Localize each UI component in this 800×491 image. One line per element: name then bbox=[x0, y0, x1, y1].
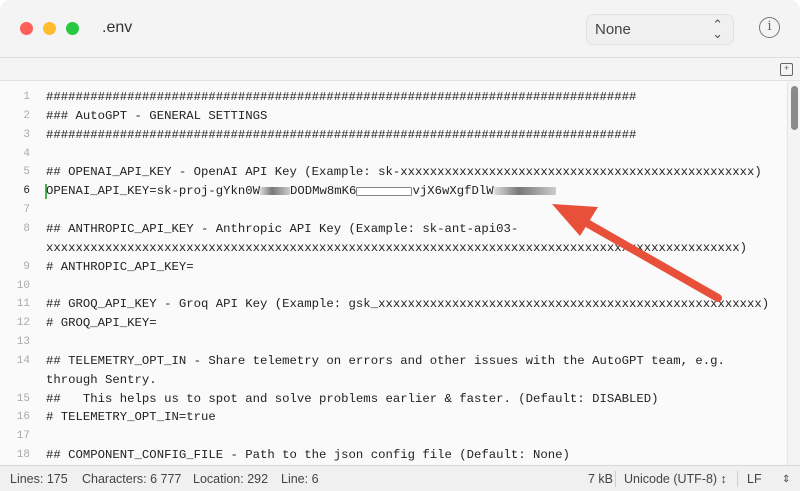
window-title: .env bbox=[102, 19, 133, 36]
api-key-segment: vjX6wXgfDlW bbox=[412, 184, 494, 199]
line-text: ########################################… bbox=[46, 127, 637, 142]
status-file-size: 7 kB bbox=[588, 472, 614, 486]
editor-line: through Sentry. bbox=[0, 371, 786, 390]
line-text: # TELEMETRY_OPT_IN=true bbox=[46, 410, 216, 425]
editor-line: 3 #######################################… bbox=[0, 126, 786, 145]
editor-line: 8 ## ANTHROPIC_API_KEY - Anthropic API Ke… bbox=[0, 220, 786, 239]
line-text: ## ANTHROPIC_API_KEY - Anthropic API Key… bbox=[46, 221, 519, 236]
editor-line: 4 bbox=[0, 145, 786, 164]
line-ending-select[interactable]: LF bbox=[747, 472, 762, 486]
scrollbar-thumb[interactable] bbox=[791, 86, 798, 130]
syntax-select[interactable]: None ⌃ ⌄ bbox=[586, 14, 734, 45]
info-icon[interactable]: i bbox=[759, 17, 780, 38]
line-number: 12 bbox=[16, 317, 30, 330]
editor-line: 2 ### AutoGPT - GENERAL SETTINGS bbox=[0, 107, 786, 126]
toolbar: .env None ⌃ ⌄ i bbox=[0, 0, 800, 58]
line-text: # ANTHROPIC_API_KEY= bbox=[46, 259, 194, 274]
line-number: 7 bbox=[23, 204, 30, 217]
line-text: # GROQ_API_KEY= bbox=[46, 316, 157, 331]
minimize-button[interactable] bbox=[43, 22, 56, 35]
line-text: ### AutoGPT - GENERAL SETTINGS bbox=[46, 108, 268, 123]
editor-line: 16 # TELEMETRY_OPT_IN=true bbox=[0, 408, 786, 427]
editor-window: .env None ⌃ ⌄ i + 1 ######################… bbox=[0, 0, 800, 491]
line-number: 1 bbox=[23, 91, 30, 103]
editor-line: 5 ## OPENAI_API_KEY - OpenAI API Key (Exa… bbox=[0, 163, 786, 182]
divider bbox=[737, 471, 738, 487]
editor-line: 12 # GROQ_API_KEY= bbox=[0, 314, 786, 333]
editor-line: 18 ## COMPONENT_CONFIG_FILE - Path to the… bbox=[0, 446, 786, 465]
line-text: ## COMPONENT_CONFIG_FILE - Path to the j… bbox=[46, 448, 570, 463]
status-characters: Characters: 6 777 bbox=[82, 472, 182, 486]
zoom-button[interactable] bbox=[66, 22, 79, 35]
redaction-blur bbox=[356, 186, 413, 196]
line-number: 8 bbox=[23, 222, 30, 235]
line-number: 17 bbox=[16, 430, 30, 443]
api-key-segment: DODMw8mK6 bbox=[290, 184, 357, 199]
line-text: ## TELEMETRY_OPT_IN - Share telemetry on… bbox=[46, 353, 725, 368]
divider bbox=[615, 471, 616, 487]
line-number: 11 bbox=[16, 298, 30, 311]
line-number: 15 bbox=[16, 392, 30, 405]
editor-line: 1 #######################################… bbox=[0, 88, 786, 107]
line-text: ## OPENAI_API_KEY - OpenAI API Key (Exam… bbox=[46, 165, 762, 180]
line-number: 14 bbox=[16, 354, 30, 367]
line-number: 9 bbox=[23, 260, 30, 273]
encoding-select[interactable]: Unicode (UTF-8) ↕ bbox=[624, 472, 727, 486]
editor-line: 14 ## TELEMETRY_OPT_IN - Share telemetry … bbox=[0, 352, 786, 371]
line-number: 6 bbox=[23, 185, 30, 198]
editor-line: 9 # ANTHROPIC_API_KEY= bbox=[0, 258, 786, 277]
editor-line: 6 OPENAI_API_KEY=sk-proj-gYkn0W DODMw8mK6 v… bbox=[0, 182, 786, 201]
editor-header-strip: + bbox=[0, 59, 800, 81]
status-line: Line: 6 bbox=[281, 472, 319, 486]
split-view-icon[interactable]: + bbox=[780, 63, 793, 76]
line-text-wrapped: through Sentry. bbox=[46, 372, 157, 387]
line-number: 18 bbox=[16, 449, 30, 462]
line-text: OPENAI_API_KEY=sk-proj-gYkn0W DODMw8mK6 vj… bbox=[46, 182, 556, 201]
line-text-wrapped: xxxxxxxxxxxxxxxxxxxxxxxxxxxxxxxxxxxxxxxx… bbox=[46, 240, 748, 255]
line-number: 10 bbox=[16, 279, 30, 292]
line-text: ########################################… bbox=[46, 90, 637, 104]
status-lines: Lines: 175 bbox=[10, 472, 68, 486]
chevron-up-down-icon: ⌃ ⌄ bbox=[712, 17, 723, 41]
line-number: 3 bbox=[23, 128, 30, 141]
close-button[interactable] bbox=[20, 22, 33, 35]
line-text: ## GROQ_API_KEY - Groq API Key (Example:… bbox=[46, 297, 770, 312]
editor-line: 11 ## GROQ_API_KEY - Groq API Key (Exampl… bbox=[0, 295, 786, 314]
vertical-scrollbar[interactable] bbox=[787, 82, 800, 465]
api-key-segment: OPENAI_API_KEY=sk-proj-gYkn0W bbox=[46, 184, 261, 199]
chevron-up-down-icon[interactable]: ⇕ bbox=[782, 474, 790, 485]
line-number: 2 bbox=[23, 109, 30, 122]
text-editor[interactable]: 1 #######################################… bbox=[0, 82, 786, 465]
redaction-blur bbox=[260, 187, 291, 195]
line-number: 5 bbox=[23, 166, 30, 179]
editor-line: 15 ## This helps us to spot and solve pro… bbox=[0, 390, 786, 409]
line-text: ## This helps us to spot and solve probl… bbox=[46, 391, 659, 406]
editor-line: 17 bbox=[0, 427, 786, 446]
line-number: 16 bbox=[16, 411, 30, 424]
line-number: 4 bbox=[23, 147, 30, 160]
line-number: 13 bbox=[16, 336, 30, 349]
editor-line: xxxxxxxxxxxxxxxxxxxxxxxxxxxxxxxxxxxxxxxx… bbox=[0, 239, 786, 258]
editor-line: 7 bbox=[0, 201, 786, 220]
status-location: Location: 292 bbox=[193, 472, 269, 486]
status-bar: Lines: 175 Characters: 6 777 Location: 2… bbox=[0, 465, 800, 491]
syntax-select-value: None bbox=[595, 21, 631, 38]
redaction-blur bbox=[493, 187, 556, 195]
editor-line: 13 bbox=[0, 333, 786, 352]
editor-line: 10 bbox=[0, 277, 786, 296]
